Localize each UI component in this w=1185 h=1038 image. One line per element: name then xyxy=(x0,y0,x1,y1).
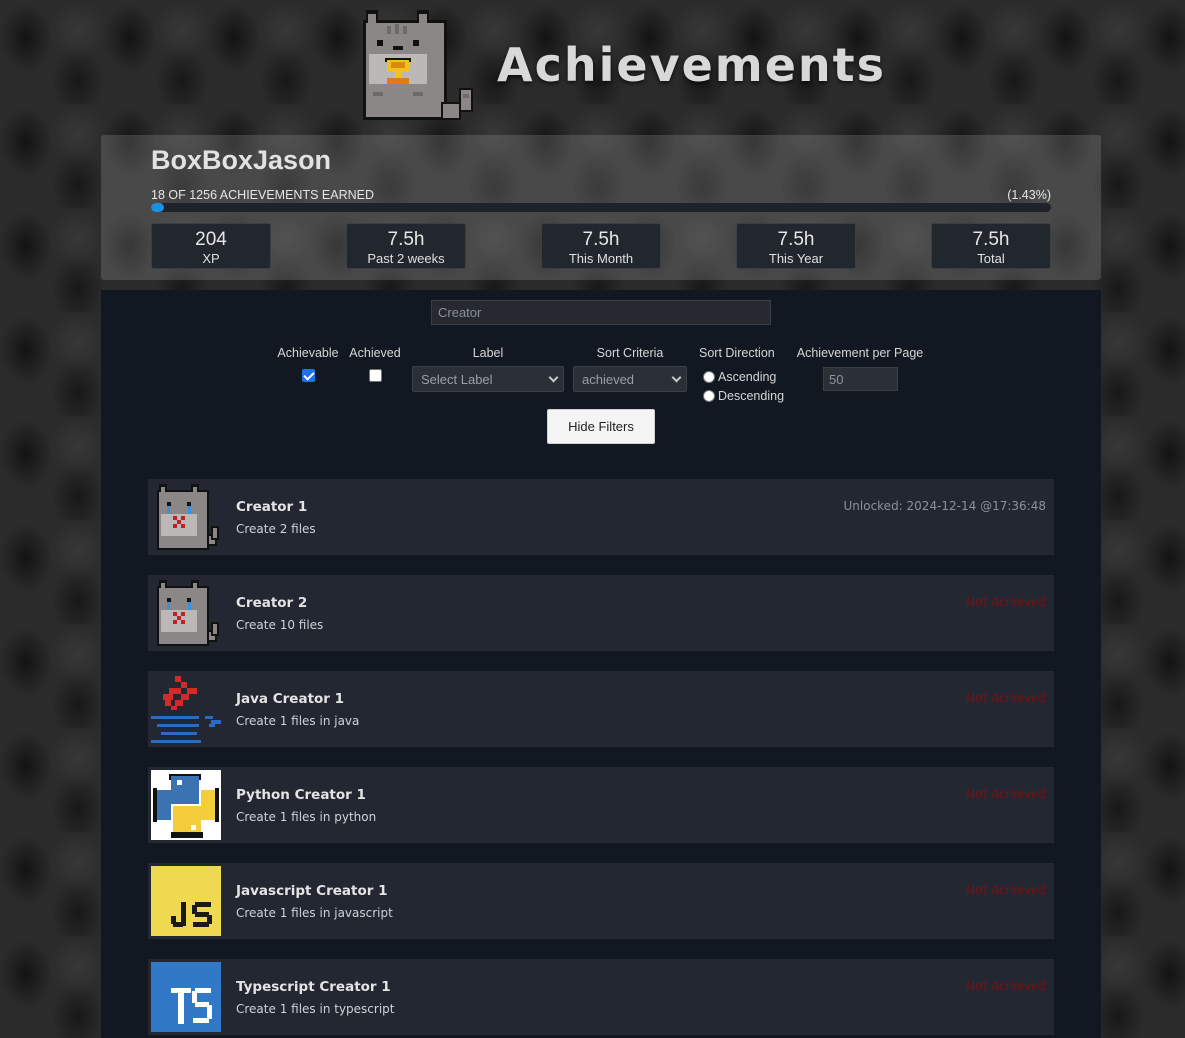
sort-criteria-select[interactable]: achieved xyxy=(573,366,687,392)
stat-value: 7.5h xyxy=(972,229,1010,250)
achievement-status: Not Achieved xyxy=(966,691,1046,705)
achievement-description: Create 10 files xyxy=(236,618,324,632)
achievement-status: Not Achieved xyxy=(966,787,1046,801)
stat-value: 204 xyxy=(195,229,227,250)
achievement-card[interactable]: Python Creator 1 Create 1 files in pytho… xyxy=(148,767,1054,843)
stat-label: Total xyxy=(977,251,1005,266)
achievement-title: Python Creator 1 xyxy=(236,787,366,803)
achievable-label: Achievable xyxy=(277,346,339,360)
chevron-down-icon xyxy=(548,372,559,383)
achievement-description: Create 1 files in java xyxy=(236,714,360,728)
stat-value: 7.5h xyxy=(387,229,425,250)
achievements-panel: Achievable Achieved Label Select Label S… xyxy=(101,290,1101,1038)
python-icon xyxy=(151,770,221,840)
achievement-card[interactable]: Typescript Creator 1 Create 1 files in t… xyxy=(148,959,1054,1035)
progress-fill xyxy=(151,203,164,212)
achievement-title: Creator 2 xyxy=(236,595,308,611)
chevron-down-icon xyxy=(671,372,682,383)
achievement-description: Create 1 files in typescript xyxy=(236,1002,395,1016)
achievements-earned-count: 18 OF 1256 ACHIEVEMENTS EARNED xyxy=(151,188,374,202)
achievement-title: Javascript Creator 1 xyxy=(236,883,388,899)
achievement-status: Unlocked: 2024-12-14 @17:36:48 xyxy=(843,499,1047,513)
achievement-description: Create 2 files xyxy=(236,522,316,536)
stat-label: This Month xyxy=(568,251,634,266)
sort-criteria-value: achieved xyxy=(582,372,635,387)
achieved-label: Achieved xyxy=(349,346,401,360)
sort-criteria-header: Sort Criteria xyxy=(596,346,664,360)
username: BoxBoxJason xyxy=(151,145,332,175)
descending-label: Descending xyxy=(718,389,785,403)
per-page-input[interactable]: 50 xyxy=(823,367,898,391)
stat-xp: 204 XP xyxy=(151,223,271,269)
achievement-title: Java Creator 1 xyxy=(236,691,345,707)
label-select-value: Select Label xyxy=(421,372,493,387)
stat-label: Past 2 weeks xyxy=(367,251,445,266)
javascript-icon xyxy=(151,866,221,936)
profile-summary: BoxBoxJason 18 OF 1256 ACHIEVEMENTS EARN… xyxy=(101,135,1101,280)
ascending-radio-option[interactable]: Ascending xyxy=(703,370,776,384)
achievable-checkbox[interactable] xyxy=(302,369,315,382)
achievement-status: Not Achieved xyxy=(966,883,1046,897)
typescript-icon xyxy=(151,962,221,1032)
crying-cat-icon xyxy=(157,484,219,550)
stat-value: 7.5h xyxy=(777,229,815,250)
page-title: Achievements xyxy=(497,38,887,92)
achievement-status: Not Achieved xyxy=(966,595,1046,609)
achievements-earned-percent: (1.43%) xyxy=(1007,188,1051,202)
header: Achievements xyxy=(0,0,1185,130)
achievement-description: Create 1 files in javascript xyxy=(236,906,393,920)
java-icon xyxy=(151,676,221,743)
stat-label: This Year xyxy=(768,251,824,266)
search-input[interactable] xyxy=(431,300,771,325)
stat-label: XP xyxy=(202,251,220,266)
per-page-header: Achievement per Page xyxy=(796,346,924,360)
stat-this-month: 7.5h This Month xyxy=(541,223,661,269)
descending-radio[interactable] xyxy=(703,390,715,402)
ascending-label: Ascending xyxy=(718,370,777,384)
achievements-progress-bar xyxy=(151,203,1051,212)
label-select[interactable]: Select Label xyxy=(412,366,564,392)
achievement-title: Creator 1 xyxy=(236,499,308,515)
achievement-card[interactable]: Javascript Creator 1 Create 1 files in j… xyxy=(148,863,1054,939)
achievement-card[interactable]: Creator 1 Create 2 files Unlocked: 2024-… xyxy=(148,479,1054,555)
achievement-status: Not Achieved xyxy=(966,979,1046,993)
achievement-title: Typescript Creator 1 xyxy=(236,979,391,995)
stat-past-2-weeks: 7.5h Past 2 weeks xyxy=(346,223,466,269)
sort-direction-header: Sort Direction xyxy=(699,346,775,360)
stat-this-year: 7.5h This Year xyxy=(736,223,856,269)
achievement-card[interactable]: Creator 2 Create 10 files Not Achieved xyxy=(148,575,1054,651)
achieved-checkbox[interactable] xyxy=(369,369,382,382)
achievement-description: Create 1 files in python xyxy=(236,810,377,824)
stat-value: 7.5h xyxy=(582,229,620,250)
ascending-radio[interactable] xyxy=(703,371,715,383)
descending-radio-option[interactable]: Descending xyxy=(703,389,784,403)
achievement-card[interactable]: Java Creator 1 Create 1 files in java No… xyxy=(148,671,1054,747)
stat-total: 7.5h Total xyxy=(931,223,1051,269)
crying-cat-icon xyxy=(157,580,219,646)
cat-trophy-icon xyxy=(363,10,473,120)
hide-filters-button[interactable]: Hide Filters xyxy=(547,409,655,444)
label-filter-header: Label xyxy=(472,346,504,360)
